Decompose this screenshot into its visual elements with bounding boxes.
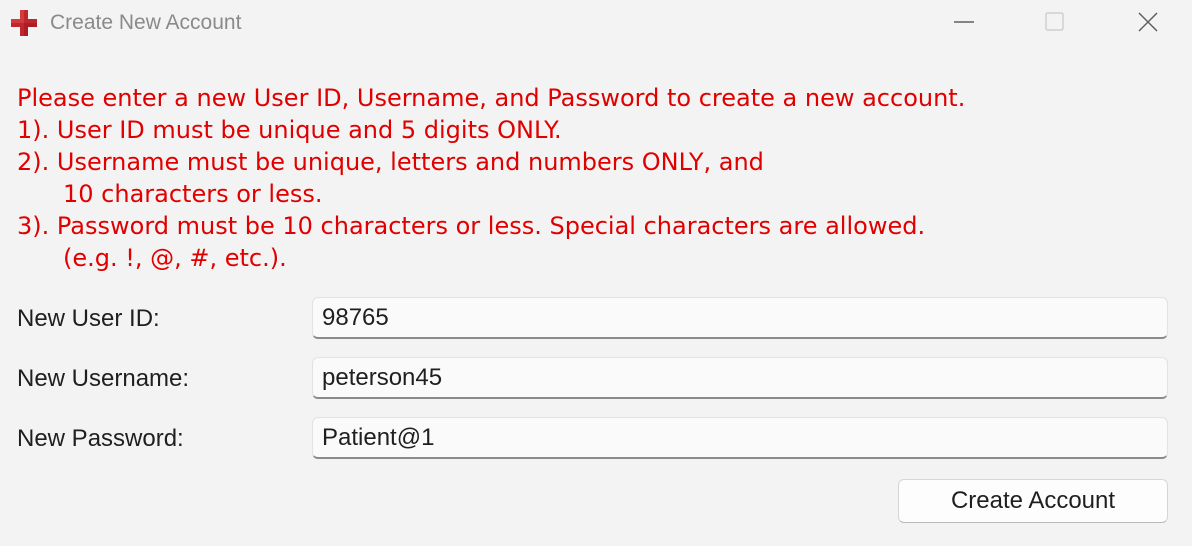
red-cross-icon <box>11 10 37 36</box>
password-input[interactable] <box>313 418 1167 457</box>
instructions-intro: Please enter a new User ID, Username, an… <box>17 84 966 112</box>
rule-user-id: 1). User ID must be unique and 5 digits … <box>17 116 562 144</box>
title-bar[interactable]: Create New Account <box>0 0 1192 46</box>
maximize-icon <box>1045 12 1064 31</box>
username-label: New Username: <box>17 365 190 392</box>
close-button[interactable] <box>1125 0 1171 44</box>
username-input[interactable] <box>313 358 1167 397</box>
minimize-icon <box>954 21 974 23</box>
maximize-button[interactable] <box>1032 0 1078 44</box>
instructions-text: Please enter a new User ID, Username, an… <box>17 82 1177 274</box>
rule-password-continued: (e.g. !, @, #, etc.). <box>63 244 287 272</box>
rule-password: 3). Password must be 10 characters or le… <box>17 212 926 240</box>
password-field-container <box>312 417 1168 459</box>
password-label: New Password: <box>17 425 184 452</box>
create-account-window: Create New Account Please enter a new Us… <box>0 0 1192 546</box>
user-id-field-container <box>312 297 1168 339</box>
create-account-button[interactable]: Create Account <box>898 479 1168 523</box>
rule-username: 2). Username must be unique, letters and… <box>17 148 764 176</box>
rule-username-continued: 10 characters or less. <box>63 180 323 208</box>
minimize-button[interactable] <box>941 0 987 44</box>
user-id-label: New User ID: <box>17 305 160 332</box>
close-icon <box>1138 12 1158 32</box>
username-field-container <box>312 357 1168 399</box>
user-id-input[interactable] <box>313 298 1167 337</box>
window-title: Create New Account <box>50 11 242 34</box>
